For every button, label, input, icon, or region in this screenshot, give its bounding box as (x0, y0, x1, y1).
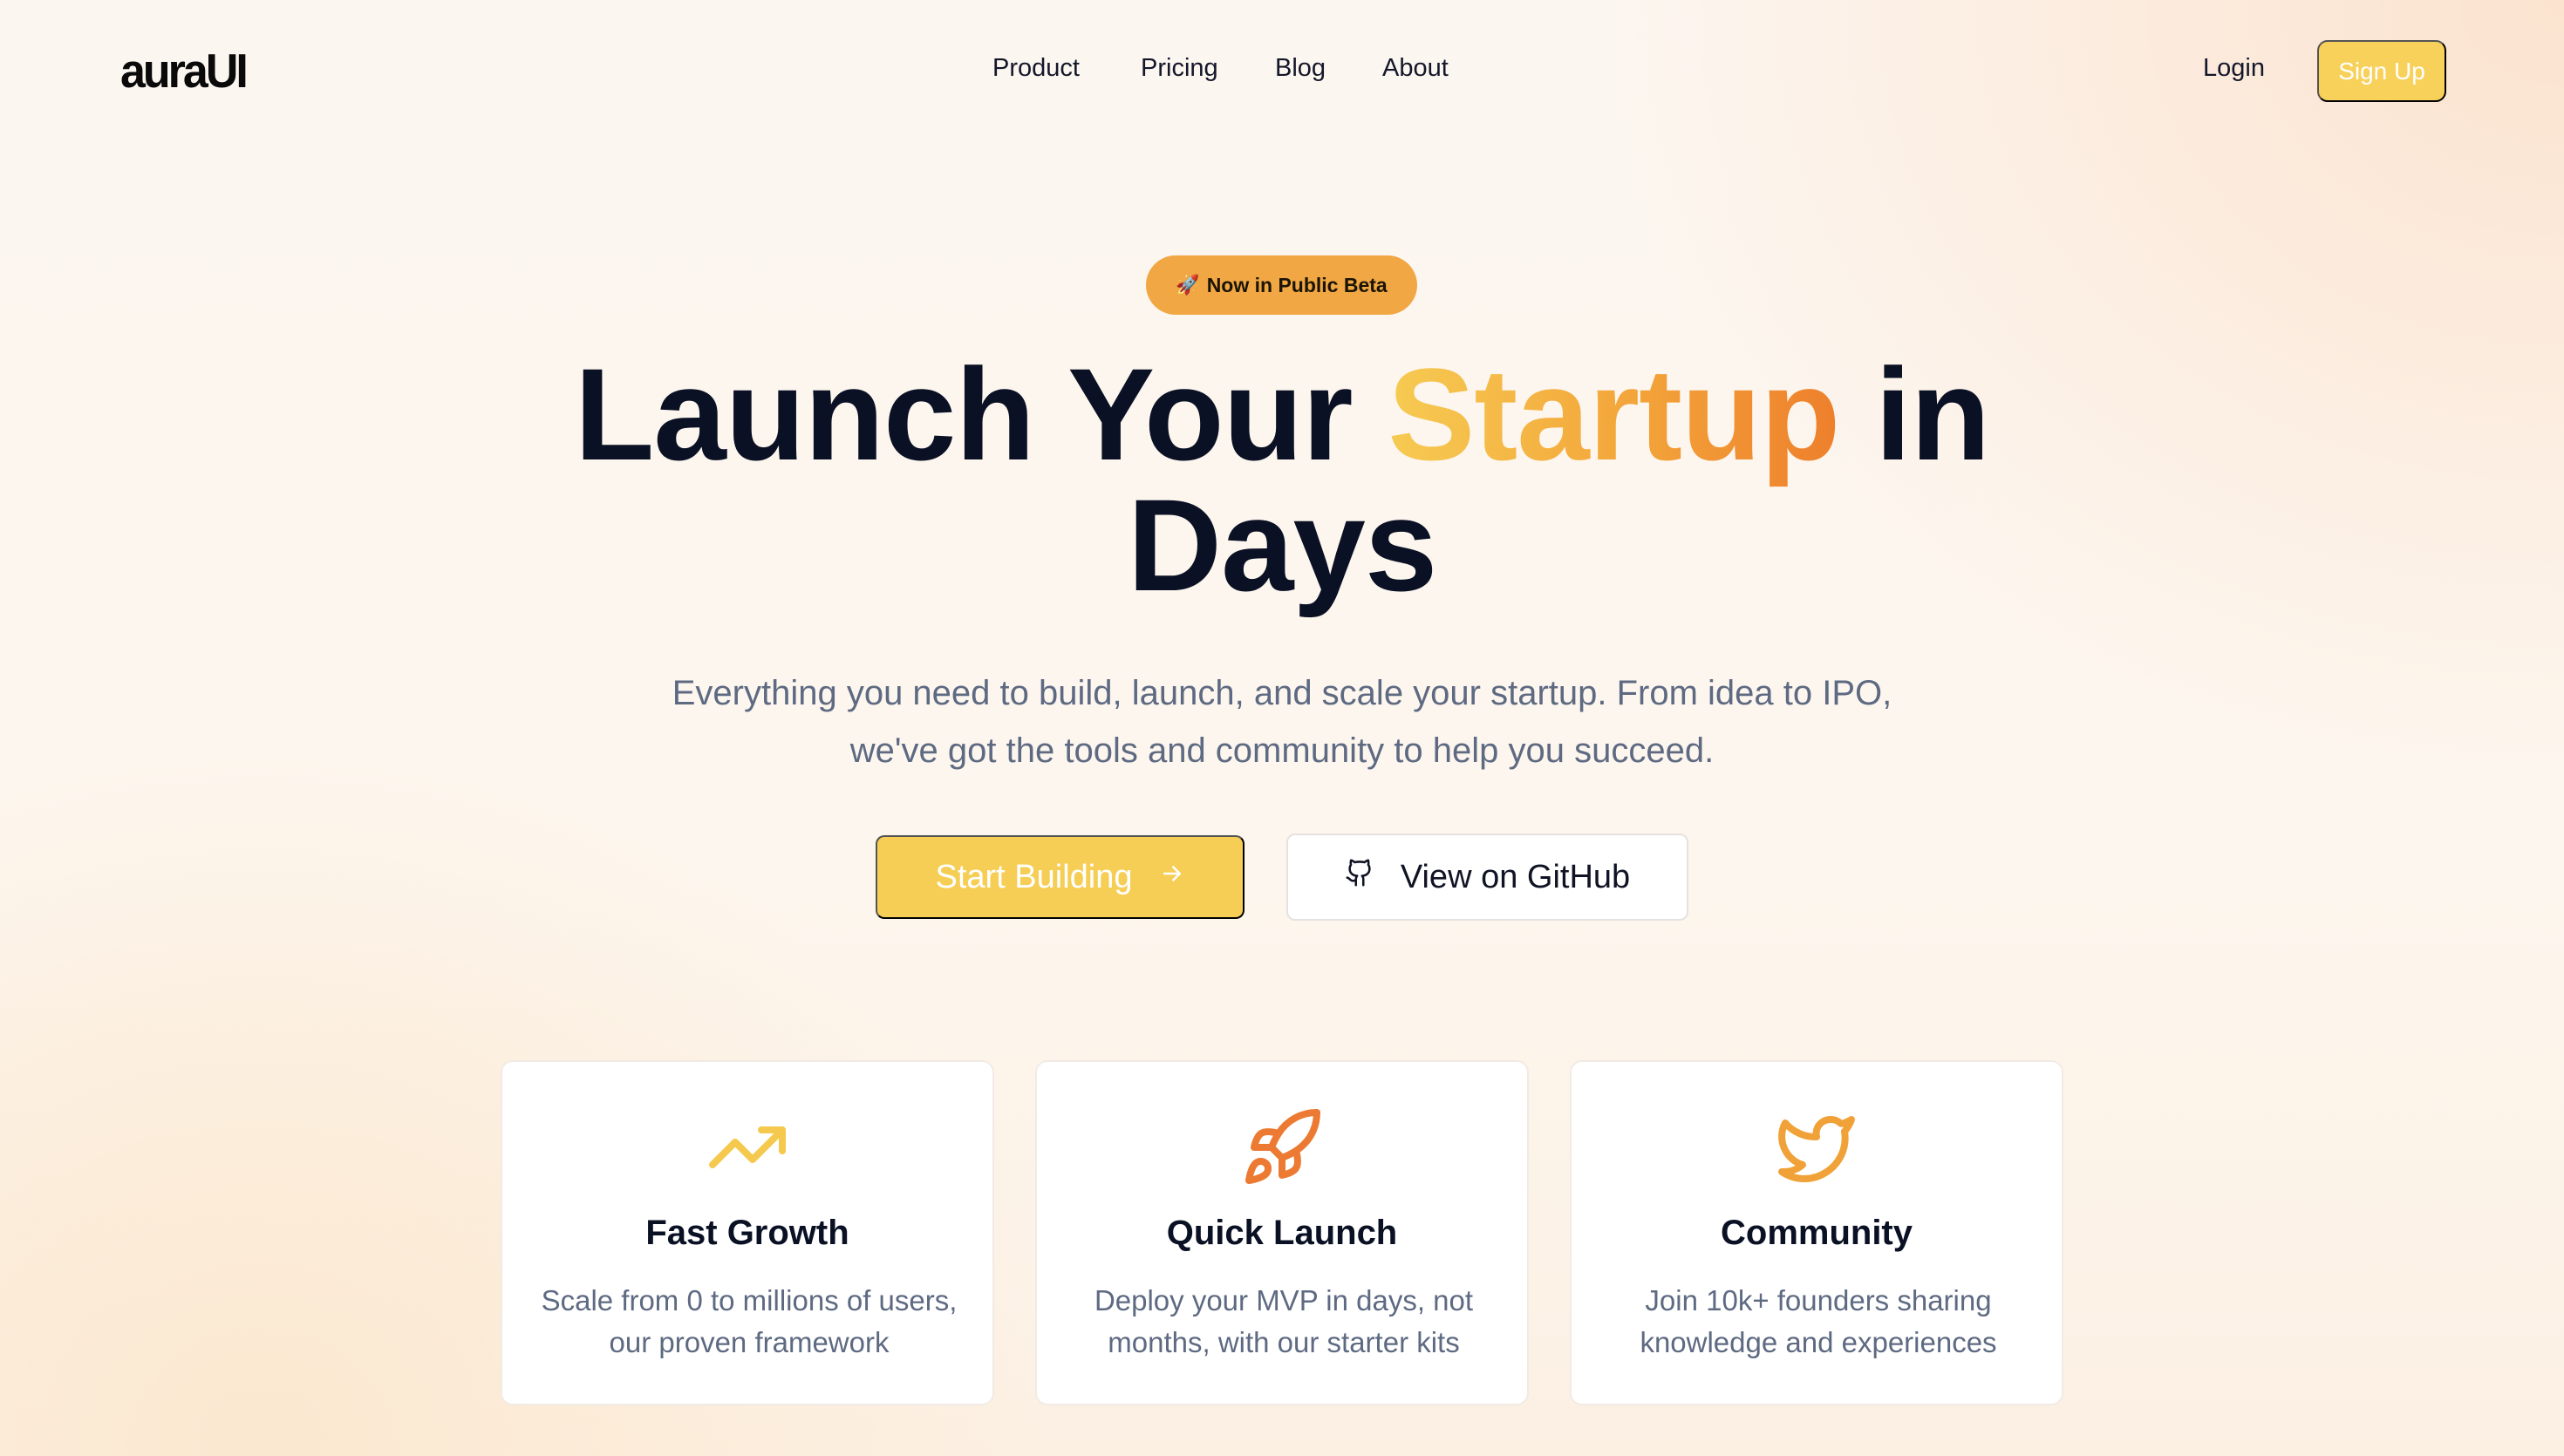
badge-text: Now in Public Beta (1206, 273, 1388, 296)
nav-link-pricing[interactable]: Pricing (1141, 54, 1218, 83)
rocket-icon: 🚀 (1176, 274, 1200, 296)
feature-description: Deploy your MVP in days, not months, wit… (1094, 1284, 1474, 1358)
hero-title-line-2: Days (1127, 472, 1438, 618)
feature-title: Fast Growth (645, 1214, 849, 1252)
feature-card-fast-growth: Fast Growth Scale from 0 to millions of … (501, 1060, 994, 1405)
github-icon (1345, 858, 1374, 896)
view-on-github-label: View on GitHub (1400, 858, 1631, 895)
hero-title-before: Launch Your (574, 341, 1388, 487)
sign-up-button[interactable]: Sign Up (2317, 40, 2446, 102)
nav-link-about[interactable]: About (1382, 54, 1449, 83)
brand-logo-text: auraUI (120, 44, 249, 99)
nav-link-blog[interactable]: Blog (1275, 54, 1326, 83)
start-building-label: Start Building (935, 858, 1133, 895)
twitter-icon (1572, 1106, 2062, 1189)
feature-card-community: Community Join 10k+ founders sharing kno… (1570, 1060, 2063, 1405)
hero-title: Launch Your Startup in Days (0, 349, 2564, 610)
feature-card-quick-launch: Quick Launch Deploy your MVP in days, no… (1035, 1060, 1529, 1405)
rocket-icon (1037, 1106, 1527, 1189)
feature-description: Scale from 0 to millions of users, our p… (541, 1284, 958, 1358)
trending-up-icon (502, 1106, 992, 1189)
nav-link-product[interactable]: Product (992, 54, 1080, 83)
view-on-github-button[interactable]: View on GitHub (1286, 833, 1688, 921)
hero-subtitle: Everything you need to build, launch, an… (672, 674, 1892, 770)
start-building-button[interactable]: Start Building (876, 835, 1244, 919)
public-beta-badge: 🚀 Now in Public Beta (1146, 255, 1417, 315)
top-navigation: auraUI Product Pricing Blog About Login … (0, 0, 2564, 144)
hero-title-line-1: Launch Your Startup in (0, 349, 2564, 480)
feature-description: Join 10k+ founders sharing knowledge and… (1640, 1284, 1997, 1358)
brand-logo[interactable]: auraUI (120, 44, 249, 99)
arrow-right-icon (1159, 861, 1185, 894)
feature-title: Quick Launch (1166, 1214, 1398, 1252)
login-link[interactable]: Login (2203, 54, 2265, 83)
hero-title-after: in (1839, 341, 1990, 487)
hero-title-highlight: Startup (1388, 341, 1840, 487)
feature-title: Community (1721, 1214, 1913, 1252)
